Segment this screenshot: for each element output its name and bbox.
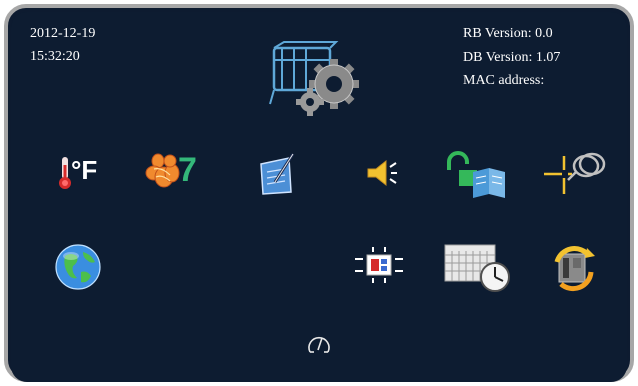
temperature-unit-label: °F [71, 155, 98, 185]
display-brightness-icon[interactable] [353, 245, 405, 285]
backup-restore-icon[interactable] [549, 242, 599, 292]
language-globe-icon[interactable] [53, 242, 103, 292]
rb-version-text: RB Version: 0.0 [463, 26, 553, 41]
notes-edit-icon[interactable] [255, 150, 299, 196]
alarm-horn-icon[interactable] [364, 157, 398, 189]
mac-address-text: MAC address: [463, 73, 545, 88]
sensor-calibration-icon[interactable] [542, 150, 608, 198]
speed-gauge-icon[interactable] [305, 330, 333, 356]
access-unlock-manual-icon[interactable] [443, 150, 511, 200]
time-text: 15:32:20 [30, 49, 80, 64]
db-version-text: DB Version: 1.07 [463, 50, 561, 65]
date-time-calendar-icon[interactable] [443, 241, 513, 293]
week-digit-label: 7 [178, 151, 197, 189]
system-settings-gears-icon [268, 40, 368, 116]
temperature-unit-icon[interactable]: °F [56, 153, 106, 193]
date-text: 2012-12-19 [30, 26, 96, 41]
settings-screen: 2012-12-19 15:32:20 RB Version: 0.0 DB V… [11, 12, 627, 382]
weekly-schedule-icon[interactable]: 7 [144, 151, 206, 195]
